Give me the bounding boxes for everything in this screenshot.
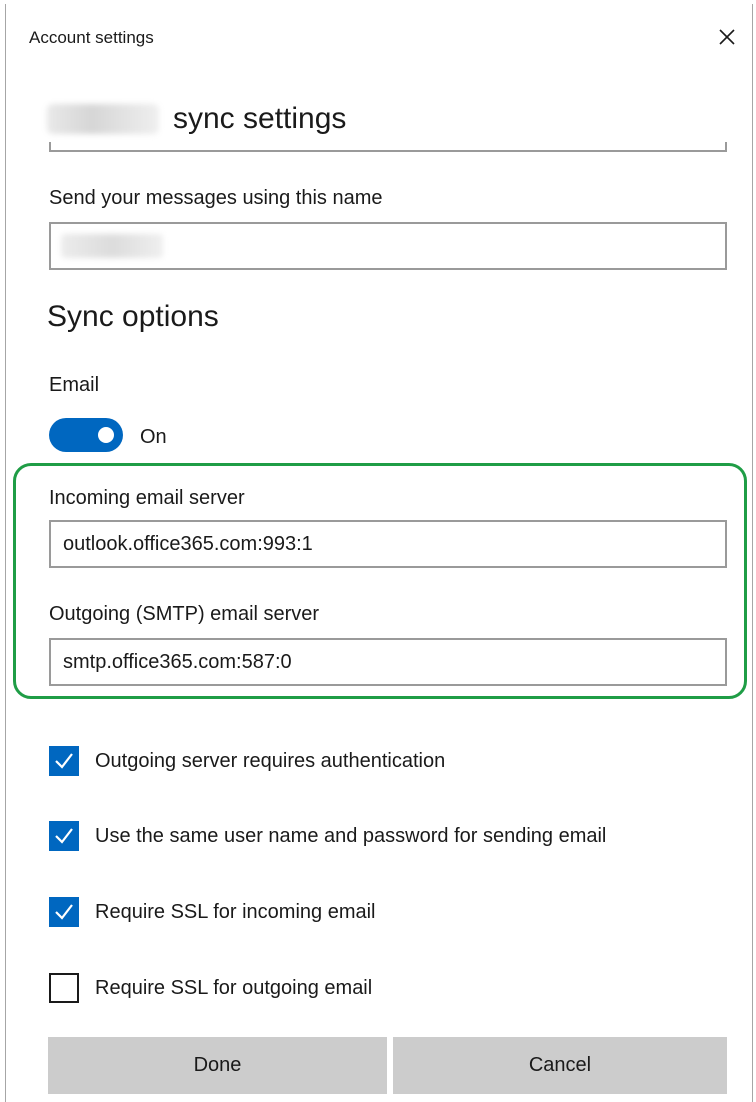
account-settings-dialog: Account settings sync settings Send your… (5, 4, 753, 1102)
checkbox-ssl-incoming[interactable] (49, 897, 79, 927)
checkbox-ssl-outgoing[interactable] (49, 973, 79, 1003)
done-button[interactable]: Done (48, 1037, 387, 1094)
account-title: sync settings (173, 102, 347, 135)
account-name-input[interactable] (49, 142, 727, 152)
email-toggle-state: On (140, 426, 167, 448)
cancel-button[interactable]: Cancel (393, 1037, 727, 1094)
option-ssl-incoming[interactable]: Require SSL for incoming email (49, 895, 376, 929)
dialog-title: Account settings (29, 28, 154, 47)
email-sync-toggle[interactable] (49, 418, 123, 452)
title-bar: Account settings (6, 4, 752, 64)
checkmark-icon (55, 753, 73, 769)
option-ssl-outgoing[interactable]: Require SSL for outgoing email (49, 971, 372, 1005)
email-label: Email (49, 374, 100, 396)
outgoing-server-field[interactable] (51, 640, 725, 684)
close-icon[interactable] (716, 26, 738, 48)
incoming-server-input[interactable] (49, 520, 727, 568)
checkmark-icon (55, 828, 73, 844)
option-label: Outgoing server requires authentication (95, 749, 446, 772)
display-name-input[interactable] (49, 222, 727, 270)
checkbox-outgoing-auth[interactable] (49, 746, 79, 776)
option-label: Require SSL for outgoing email (95, 976, 373, 999)
incoming-server-label: Incoming email server (49, 487, 245, 509)
checkmark-icon (55, 904, 73, 920)
display-name-label: Send your messages using this name (49, 187, 383, 209)
option-label: Require SSL for incoming email (95, 900, 376, 923)
blurred-display-name (61, 234, 163, 258)
option-outgoing-auth[interactable]: Outgoing server requires authentication (49, 744, 445, 778)
option-label: Use the same user name and password for … (95, 824, 607, 847)
outgoing-server-input[interactable] (49, 638, 727, 686)
checkbox-same-credentials[interactable] (49, 821, 79, 851)
outgoing-server-label: Outgoing (SMTP) email server (49, 603, 320, 625)
blurred-account-name (47, 104, 159, 134)
account-header: sync settings (47, 99, 346, 139)
option-same-credentials[interactable]: Use the same user name and password for … (49, 819, 606, 853)
toggle-knob (98, 427, 114, 443)
sync-options-title: Sync options (47, 300, 219, 333)
incoming-server-field[interactable] (51, 522, 725, 566)
